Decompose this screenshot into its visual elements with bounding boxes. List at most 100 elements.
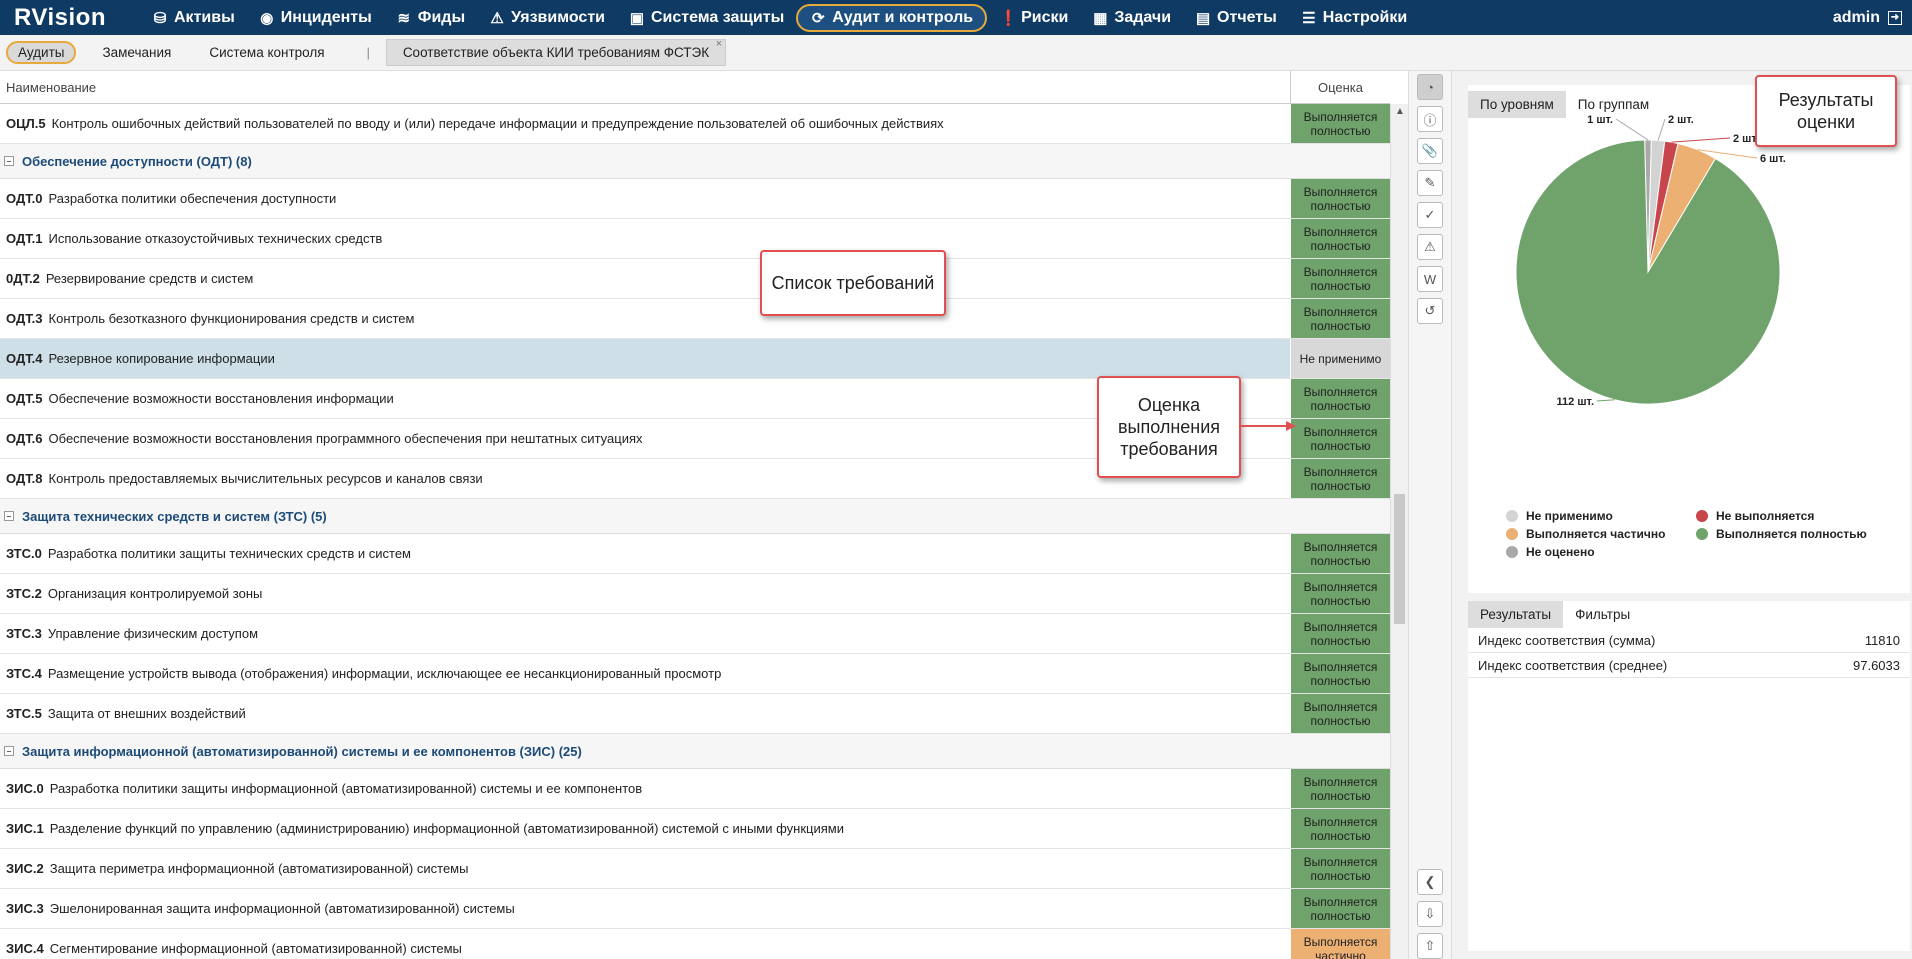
table-row[interactable]: ЗИС.1 Разделение функций по управлению (а… — [0, 809, 1390, 849]
nav-tasks[interactable]: ▦ Задачи — [1080, 4, 1183, 32]
collapse-icon[interactable] — [4, 156, 14, 166]
score-badge[interactable]: Не применимо — [1290, 339, 1390, 378]
info-icon[interactable]: ⓘ — [1417, 106, 1443, 132]
pie-chart-icon[interactable]: ◔ — [1417, 74, 1443, 100]
score-badge[interactable]: Выполняется полностью — [1290, 614, 1390, 653]
download-icon[interactable]: ⇩ — [1417, 901, 1443, 927]
requirement-code: ОДТ.3 — [6, 311, 43, 326]
table-row[interactable]: ЗТС.4 Размещение устройств вывода (отобра… — [0, 654, 1390, 694]
score-badge[interactable]: Выполняется частично — [1290, 929, 1390, 959]
legend-item[interactable]: Не оценено — [1506, 545, 1595, 559]
table-row[interactable]: ЗТС.5 Защита от внешних воздействий Выполн… — [0, 694, 1390, 734]
score-badge[interactable]: Выполняется полностью — [1290, 534, 1390, 573]
legend-item[interactable]: Не применимо — [1506, 509, 1613, 523]
table-scrollbar[interactable]: ▲ — [1390, 104, 1408, 959]
table-row[interactable]: ЗИС.4 Сегментирование информационной (авт… — [0, 929, 1390, 959]
tab-document[interactable]: Соответствие объекта КИИ требованиям ФСТ… — [385, 38, 727, 66]
requirement-code: ЗТС.0 — [6, 546, 42, 561]
legend-item[interactable]: Выполняется частично — [1506, 527, 1665, 541]
requirement-cell: ОДТ.3 Контроль безотказного функционирова… — [0, 299, 1290, 338]
tab-audits[interactable]: Аудиты — [6, 41, 77, 64]
column-score-header[interactable]: Оценка — [1290, 71, 1390, 103]
table-row[interactable]: ОДТ.4 Резервное копирование информации Не … — [0, 339, 1390, 379]
tab-separator: | — [366, 45, 370, 60]
score-badge[interactable]: Выполняется полностью — [1290, 299, 1390, 338]
table-header: Наименование Оценка — [0, 71, 1390, 104]
score-badge[interactable]: Выполняется полностью — [1290, 179, 1390, 218]
table-row[interactable]: ЗИС.0 Разработка политики защиты информац… — [0, 769, 1390, 809]
requirement-cell: ОДТ.4 Резервное копирование информации — [0, 339, 1290, 378]
nav-feeds[interactable]: ≋ Фиды — [384, 4, 477, 32]
nav-audit-control[interactable]: ⟳ Аудит и контроль — [796, 3, 988, 32]
collapse-icon[interactable] — [4, 746, 14, 756]
result-row: Индекс соответствия (сумма) 11810 — [1468, 628, 1910, 653]
score-badge[interactable]: Выполняется полностью — [1290, 259, 1390, 298]
score-badge[interactable]: Выполняется полностью — [1290, 219, 1390, 258]
score-badge[interactable]: Выполняется полностью — [1290, 104, 1390, 143]
score-badge[interactable]: Выполняется полностью — [1290, 769, 1390, 808]
requirement-name: Разработка политики защиты информационно… — [49, 781, 643, 796]
user-menu[interactable]: admin ➜ — [1833, 0, 1902, 35]
scrollbar-thumb[interactable] — [1394, 494, 1405, 624]
nav-settings[interactable]: ☰ Настройки — [1289, 4, 1419, 32]
collapse-icon[interactable] — [4, 511, 14, 521]
scroll-up-icon[interactable]: ▲ — [1395, 106, 1405, 117]
score-badge[interactable]: Выполняется полностью — [1290, 654, 1390, 693]
table-row[interactable]: 0ДТ.2 Резервирование средств и систем Выпо… — [0, 259, 1390, 299]
score-badge[interactable]: Выполняется полностью — [1290, 889, 1390, 928]
warning-icon[interactable]: ⚠ — [1417, 234, 1443, 260]
requirement-cell: 0ДТ.2 Резервирование средств и систем — [0, 259, 1290, 298]
score-badge[interactable]: Выполняется полностью — [1290, 379, 1390, 418]
score-badge[interactable]: Выполняется полностью — [1290, 419, 1390, 458]
table-row[interactable]: ОЦЛ.5 Контроль ошибочных действий пользов… — [0, 104, 1390, 144]
collapse-left-icon[interactable]: ❮ — [1417, 869, 1443, 895]
table-row[interactable]: ЗИС.2 Защита периметра информационной (ав… — [0, 849, 1390, 889]
comment-icon[interactable]: ✎ — [1417, 170, 1443, 196]
group-header[interactable]: Защита информационной (автоматизированно… — [0, 734, 1390, 769]
menu-icon: ☰ — [1302, 9, 1316, 27]
nav-assets[interactable]: ⛁ Активы — [140, 4, 247, 32]
upload-icon[interactable]: ⇧ — [1417, 933, 1443, 959]
paperclip-icon[interactable]: 📎 — [1417, 138, 1443, 164]
tab-filters[interactable]: Фильтры — [1563, 601, 1642, 628]
nav-label: Инциденты — [280, 8, 372, 26]
nav-incidents[interactable]: ◉ Инциденты — [247, 4, 384, 32]
score-badge[interactable]: Выполняется полностью — [1290, 459, 1390, 498]
legend-item[interactable]: Выполняется полностью — [1696, 527, 1867, 541]
history-icon[interactable]: ↺ — [1417, 298, 1443, 324]
table-row[interactable]: ЗТС.3 Управление физическим доступом Выпол… — [0, 614, 1390, 654]
table-row[interactable]: ОДТ.3 Контроль безотказного функционирова… — [0, 299, 1390, 339]
clipboard-check-icon[interactable]: ✓ — [1417, 202, 1443, 228]
table-row[interactable]: ЗТС.2 Организация контролируемой зоны Выпо… — [0, 574, 1390, 614]
legend-item[interactable]: Не выполняется — [1696, 509, 1814, 523]
table-row[interactable]: ОДТ.1 Использование отказоустойчивых техн… — [0, 219, 1390, 259]
tab-control-system[interactable]: Система контроля — [197, 41, 336, 64]
nav-protection-system[interactable]: ▣ Система защиты — [617, 4, 796, 32]
requirement-cell: ОЦЛ.5 Контроль ошибочных действий пользов… — [0, 104, 1290, 143]
requirement-name: Разделение функций по управлению (админи… — [49, 821, 844, 836]
nav-reports[interactable]: ▤ Отчеты — [1183, 4, 1289, 32]
score-badge[interactable]: Выполняется полностью — [1290, 849, 1390, 888]
logout-icon[interactable]: ➜ — [1888, 10, 1902, 25]
group-header[interactable]: Обеспечение доступности (ОДТ) (8) — [0, 144, 1390, 179]
tab-by-groups[interactable]: По группам — [1566, 91, 1661, 118]
requirement-code: ЗИС.2 — [6, 861, 44, 876]
tab-results[interactable]: Результаты — [1468, 601, 1564, 628]
score-badge[interactable]: Выполняется полностью — [1290, 809, 1390, 848]
tab-by-levels[interactable]: По уровням — [1468, 91, 1566, 118]
tab-remarks[interactable]: Замечания — [90, 41, 183, 64]
nav-risks[interactable]: ❗ Риски — [987, 4, 1080, 32]
table-row[interactable]: ЗИС.3 Эшелонированная защита информационн… — [0, 889, 1390, 929]
group-header[interactable]: Защита технических средств и систем (ЗТС… — [0, 499, 1390, 534]
column-name-header[interactable]: Наименование — [0, 71, 1290, 103]
nav-vulnerabilities[interactable]: ⚠ Уязвимости — [477, 4, 617, 32]
score-badge[interactable]: Выполняется полностью — [1290, 694, 1390, 733]
table-row[interactable]: ОДТ.0 Разработка политики обеспечения дос… — [0, 179, 1390, 219]
word-doc-icon[interactable]: W — [1417, 266, 1443, 292]
slice-label: 1 шт. — [1587, 115, 1613, 126]
requirement-name: Обеспечение возможности восстановления п… — [48, 431, 643, 446]
logo[interactable]: RVision — [0, 4, 140, 32]
table-row[interactable]: ЗТС.0 Разработка политики защиты техничес… — [0, 534, 1390, 574]
score-badge[interactable]: Выполняется полностью — [1290, 574, 1390, 613]
close-icon[interactable]: × — [716, 38, 722, 50]
